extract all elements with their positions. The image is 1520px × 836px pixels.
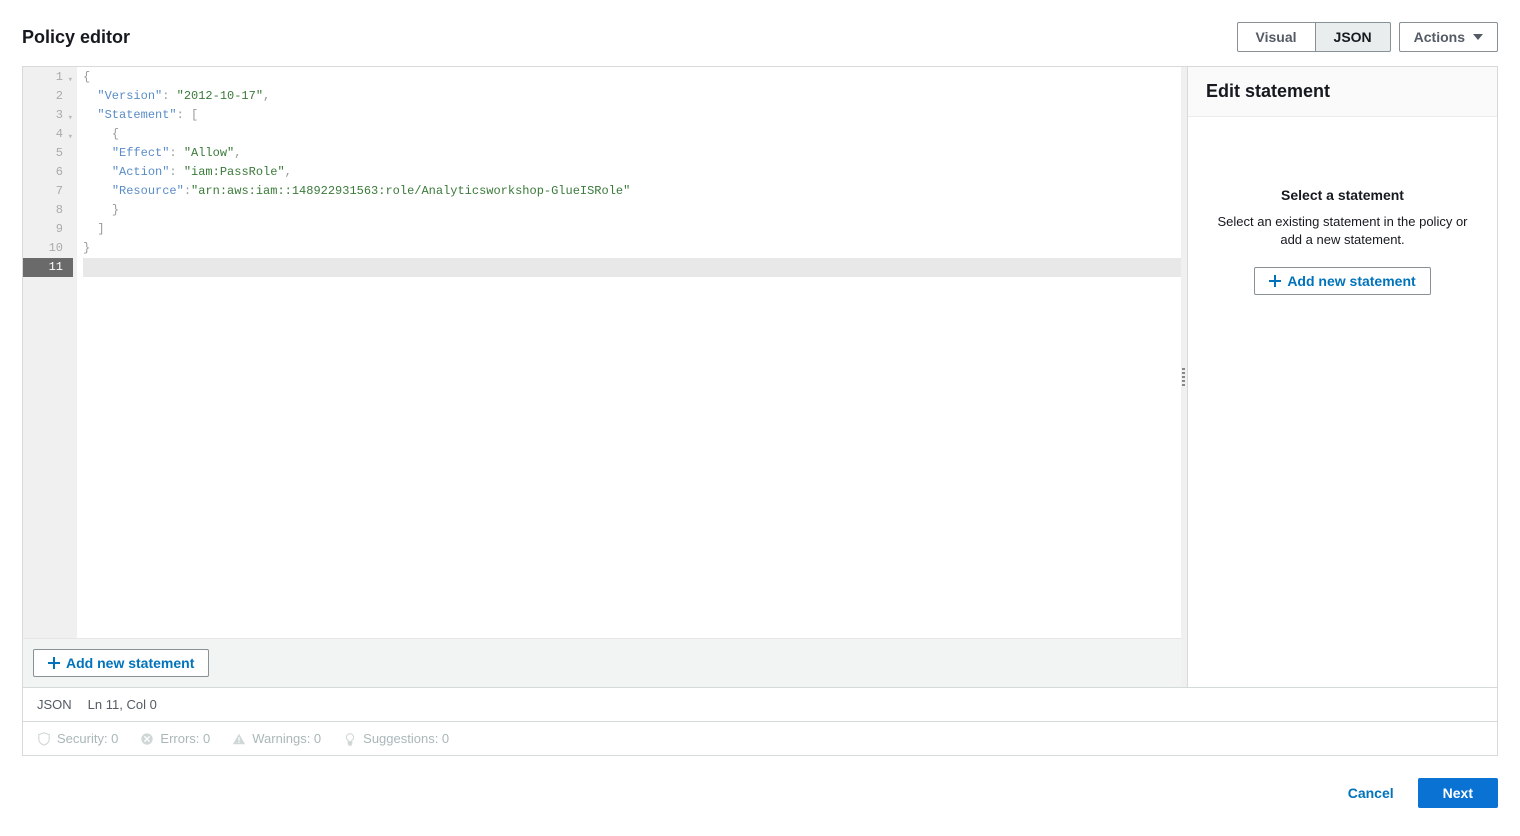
- line-number: 1▾: [23, 68, 73, 87]
- error-icon: [140, 732, 154, 746]
- actions-dropdown[interactable]: Actions: [1399, 22, 1498, 52]
- line-number: 3▾: [23, 106, 73, 125]
- right-add-statement-button[interactable]: Add new statement: [1254, 267, 1430, 295]
- right-panel-header: Edit statement: [1188, 67, 1497, 117]
- code-line[interactable]: }: [83, 239, 1181, 258]
- code-column: 1▾23▾4▾567891011 { "Version": "2012-10-1…: [23, 67, 1181, 687]
- plus-icon: [1269, 275, 1281, 287]
- warning-icon: [232, 732, 246, 746]
- code-editor[interactable]: 1▾23▾4▾567891011 { "Version": "2012-10-1…: [23, 67, 1181, 638]
- line-number: 9: [23, 220, 73, 239]
- diag-security[interactable]: Security: 0: [37, 731, 118, 746]
- diag-errors[interactable]: Errors: 0: [140, 731, 210, 746]
- line-number: 2: [23, 87, 73, 106]
- line-number: 10: [23, 239, 73, 258]
- add-statement-label: Add new statement: [66, 655, 194, 671]
- code-line[interactable]: "Resource":"arn:aws:iam::148922931563:ro…: [83, 182, 1181, 201]
- right-add-statement-label: Add new statement: [1287, 273, 1415, 289]
- right-panel: Edit statement Select a statement Select…: [1187, 67, 1497, 687]
- cancel-button[interactable]: Cancel: [1338, 778, 1404, 808]
- right-panel-description: Select an existing statement in the poli…: [1206, 213, 1479, 249]
- editor-bottom-toolbar: Add new statement: [23, 638, 1181, 687]
- code-line[interactable]: "Effect": "Allow",: [83, 144, 1181, 163]
- resize-handle[interactable]: [1181, 67, 1187, 687]
- page-title: Policy editor: [22, 27, 130, 48]
- line-number: 7: [23, 182, 73, 201]
- code-lines[interactable]: { "Version": "2012-10-17", "Statement": …: [77, 67, 1181, 638]
- diagnostics-bar: Security: 0 Errors: 0 Warnings: 0 Sugges…: [22, 722, 1498, 756]
- status-position: Ln 11, Col 0: [88, 697, 157, 712]
- diag-warnings[interactable]: Warnings: 0: [232, 731, 321, 746]
- line-number: 8: [23, 201, 73, 220]
- code-line[interactable]: "Action": "iam:PassRole",: [83, 163, 1181, 182]
- editor-mode-toggle: Visual JSON: [1237, 22, 1391, 52]
- footer: Cancel Next: [22, 756, 1498, 808]
- right-panel-subtitle: Select a statement: [1206, 187, 1479, 203]
- line-number: 5: [23, 144, 73, 163]
- line-number: 6: [23, 163, 73, 182]
- line-gutter: 1▾23▾4▾567891011: [23, 67, 77, 638]
- status-lang: JSON: [37, 697, 72, 712]
- actions-label: Actions: [1414, 29, 1465, 45]
- next-button[interactable]: Next: [1418, 778, 1498, 808]
- line-number: 4▾: [23, 125, 73, 144]
- diag-suggestions[interactable]: Suggestions: 0: [343, 731, 449, 746]
- header-controls: Visual JSON Actions: [1237, 22, 1498, 52]
- code-line[interactable]: "Version": "2012-10-17",: [83, 87, 1181, 106]
- line-number: 11: [23, 258, 73, 277]
- tab-visual[interactable]: Visual: [1237, 22, 1316, 52]
- plus-icon: [48, 657, 60, 669]
- code-line[interactable]: ]: [83, 220, 1181, 239]
- status-bar: JSON Ln 11, Col 0: [22, 688, 1498, 722]
- shield-icon: [37, 732, 51, 746]
- lightbulb-icon: [343, 732, 357, 746]
- caret-down-icon: [1473, 34, 1483, 40]
- right-panel-body: Select a statement Select an existing st…: [1188, 117, 1497, 687]
- add-statement-button[interactable]: Add new statement: [33, 649, 209, 677]
- code-line[interactable]: "Statement": [: [83, 106, 1181, 125]
- tab-json[interactable]: JSON: [1316, 22, 1391, 52]
- code-line[interactable]: [83, 258, 1181, 277]
- code-line[interactable]: {: [83, 125, 1181, 144]
- code-line[interactable]: }: [83, 201, 1181, 220]
- code-line[interactable]: {: [83, 68, 1181, 87]
- editor-panel: 1▾23▾4▾567891011 { "Version": "2012-10-1…: [22, 66, 1498, 688]
